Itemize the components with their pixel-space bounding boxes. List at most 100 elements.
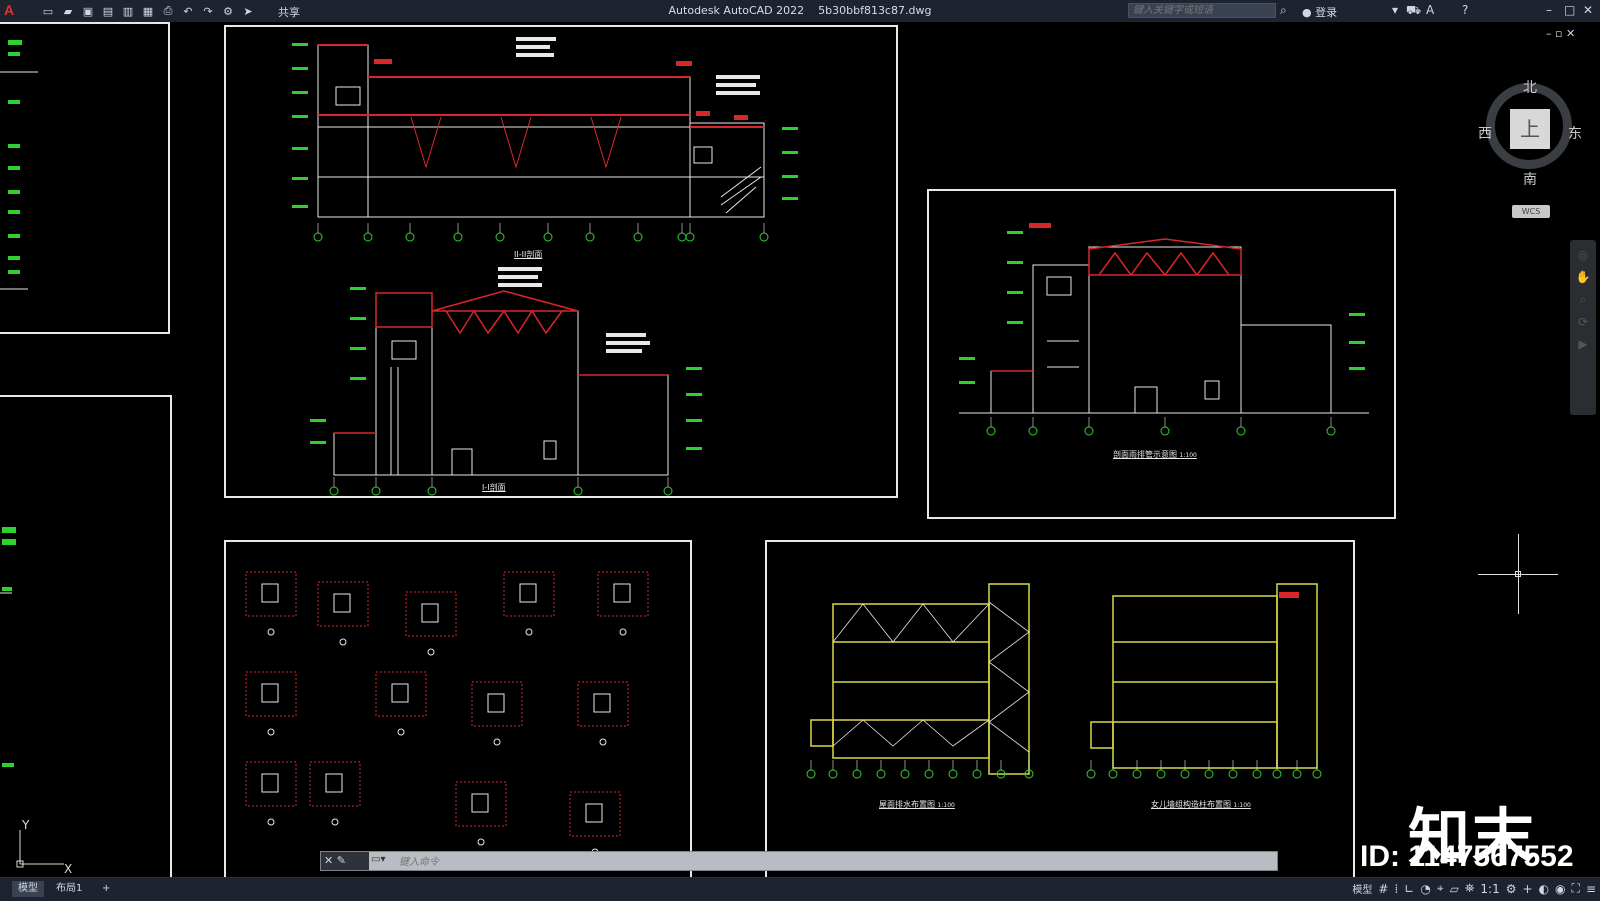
new-file-icon[interactable]: ▭ — [40, 3, 56, 19]
lineweight-icon[interactable]: ▱ — [1450, 882, 1459, 896]
showmotion-icon[interactable]: ▶ — [1570, 337, 1596, 351]
open-folder-icon[interactable]: ▰ — [60, 3, 76, 19]
redo-icon[interactable]: ↷ — [200, 3, 216, 19]
grid-bubble — [900, 769, 910, 779]
compass-north[interactable]: 北 — [1523, 77, 1537, 97]
model-space-toggle[interactable]: 模型 — [1352, 881, 1372, 896]
close-icon[interactable]: ✕ — [1583, 3, 1593, 17]
detail-block — [569, 791, 621, 837]
isolate-icon[interactable]: ◐ — [1539, 882, 1549, 896]
workspace-icon[interactable]: ⚙ — [220, 3, 236, 19]
partial-sheet-left-bottom-drawing — [0, 527, 16, 767]
ucs-y-label: Y — [22, 818, 30, 832]
cart-icon[interactable]: ⛟ — [1406, 3, 1421, 19]
annotation-visibility-icon[interactable]: ⛯ — [1465, 881, 1475, 896]
tab-layout1[interactable]: 布局1 — [50, 881, 88, 897]
tab-add-layout[interactable]: + — [96, 881, 116, 897]
login-button[interactable]: ● 登录 — [1302, 4, 1337, 20]
roof-drain-scale: 1:100 — [937, 802, 955, 809]
undo-icon[interactable]: ↶ — [180, 3, 196, 19]
maximize-icon[interactable]: □ — [1564, 3, 1575, 17]
navigation-bar[interactable]: ◎ ✋ ⌕ ⟳ ▶ — [1570, 240, 1596, 415]
fullscreen-icon[interactable]: ⛶ — [1572, 881, 1580, 896]
chevron-down-icon[interactable]: ▾ — [1392, 3, 1398, 17]
polar-icon[interactable]: ◔ — [1420, 882, 1430, 896]
grid-markers-section-2 — [313, 223, 769, 242]
ortho-icon[interactable]: ∟ — [1404, 882, 1414, 896]
drawing-title-section-2: II-II剖面 — [514, 250, 543, 259]
detail-block-core — [487, 693, 505, 713]
grid-bubble — [852, 769, 862, 779]
detail-block — [375, 671, 427, 717]
viewcube-top-face[interactable]: 上 — [1510, 109, 1550, 149]
tab-model[interactable]: 模型 — [12, 881, 44, 897]
grid-bubble — [1132, 769, 1142, 779]
detail-bubble — [477, 838, 485, 846]
grid-markers-roof-plans — [806, 760, 1322, 779]
compass-west[interactable]: 西 — [1478, 123, 1492, 143]
grid-bubble — [453, 232, 463, 242]
sheet-details[interactable] — [224, 540, 692, 880]
minimize-icon[interactable]: – — [1546, 3, 1552, 17]
print-icon[interactable]: ⎙ — [160, 3, 176, 19]
grid-bubble — [1086, 769, 1096, 779]
compass-south[interactable]: 南 — [1523, 169, 1537, 189]
sheet-drain-section[interactable]: 剖面雨排管示意图 1:100 — [927, 189, 1396, 519]
detail-bubble — [339, 638, 347, 646]
share-button[interactable]: 共享 — [278, 4, 300, 20]
search-icon[interactable]: ⌕ — [1280, 3, 1287, 18]
quick-access-toolbar: ▭ ▰ ▣ ▤ ▥ ▦ ⎙ ↶ ↷ ⚙ ➤ — [40, 3, 256, 19]
hardware-accel-icon[interactable]: ◉ — [1555, 882, 1565, 896]
orbit-icon[interactable]: ⟳ — [1570, 315, 1596, 329]
compass-east[interactable]: 东 — [1568, 123, 1582, 143]
detail-block-core — [471, 793, 489, 813]
detail-block-core — [585, 803, 603, 823]
sheet-sections[interactable]: II-II剖面 I-I剖面 — [224, 25, 898, 498]
zoom-icon[interactable]: ⌕ — [1570, 292, 1596, 307]
customize-icon[interactable]: ✎ — [337, 854, 346, 867]
share-icon[interactable]: ➤ — [240, 3, 256, 19]
steering-wheel-icon[interactable]: ◎ — [1570, 248, 1596, 262]
plus-icon[interactable]: + — [1523, 882, 1533, 896]
customization-menu-icon[interactable]: ≡ — [1586, 882, 1596, 896]
model-space-canvas[interactable]: II-II剖面 I-I剖面 剖面雨排管示意图 1:100 屋面排水布置图 1:1… — [0, 22, 1600, 895]
grid-bubble — [972, 769, 982, 779]
grid-icon[interactable]: # — [1378, 882, 1388, 896]
command-input[interactable] — [397, 854, 1261, 870]
close-command-icon[interactable]: ✕ — [324, 854, 333, 867]
details-drawing — [245, 571, 649, 856]
app-title: Autodesk AutoCAD 2022 — [668, 4, 805, 17]
grid-bubble — [759, 232, 769, 242]
grid-bubble — [806, 769, 816, 779]
autodesk-account-icon[interactable]: A — [1426, 3, 1434, 17]
detail-block — [597, 571, 649, 617]
drawing-window-controls[interactable]: – ▫ ✕ — [1546, 27, 1575, 40]
command-prompt-icon[interactable]: ▭▾ — [371, 854, 391, 865]
annotation-scale[interactable]: 1:1 — [1480, 882, 1499, 896]
detail-block — [503, 571, 555, 617]
wcs-menu[interactable]: WCS — [1512, 205, 1550, 218]
sheet-roof-plans[interactable]: 屋面排水布置图 1:100 女儿墙组构造柱布置图 1:100 — [765, 540, 1355, 880]
open-web-icon[interactable]: ▥ — [120, 3, 136, 19]
viewcube[interactable]: 上 北 南 东 西 WCS — [1478, 77, 1582, 218]
save-icon[interactable]: ▣ — [80, 3, 96, 19]
workspace-gear-icon[interactable]: ⚙ — [1506, 882, 1517, 896]
grid-bubble — [1156, 769, 1166, 779]
save-web-icon[interactable]: ▦ — [140, 3, 156, 19]
drain-section-drawing — [959, 223, 1369, 436]
grid-bubble — [1204, 769, 1214, 779]
detail-block — [317, 581, 369, 627]
search-input[interactable] — [1128, 3, 1276, 18]
osnap-icon[interactable]: ⌖ — [1437, 881, 1444, 896]
autocad-logo[interactable]: A — [4, 2, 14, 18]
grid-bubble — [543, 232, 553, 242]
grid-bubble — [828, 769, 838, 779]
detail-block-core — [325, 773, 343, 793]
detail-bubble — [397, 728, 405, 736]
help-icon[interactable]: ? — [1462, 3, 1468, 17]
command-line[interactable]: ✕ ✎ ▭▾ — [320, 851, 1278, 871]
save-as-icon[interactable]: ▤ — [100, 3, 116, 19]
grid-bubble — [876, 769, 886, 779]
pan-icon[interactable]: ✋ — [1570, 270, 1596, 284]
snap-icon[interactable]: ⁞ — [1394, 882, 1398, 896]
